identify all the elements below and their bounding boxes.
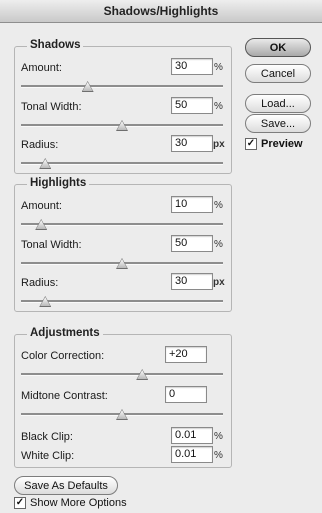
shadows-radius-field[interactable] [171,135,213,152]
highlights-group-title: Highlights [27,177,90,189]
checkmark-icon[interactable]: ✓ [14,497,26,509]
highlights-radius-unit: px [213,277,225,288]
preview-label: Preview [261,138,303,150]
load-button[interactable]: Load... [245,94,311,113]
highlights-radius-slider[interactable] [21,296,223,308]
shadows-tonal-width-label: Tonal Width: [21,101,82,113]
adjustments-group-title: Adjustments [27,327,103,339]
highlights-radius-field[interactable] [171,273,213,290]
shadows-group: Shadows Amount: % Tonal Width: % Radius:… [14,39,232,177]
shadows-amount-row: Amount: % [15,58,231,100]
highlights-tonal-width-row: Tonal Width: % [15,235,231,277]
highlights-amount-label: Amount: [21,200,62,212]
highlights-amount-field[interactable] [171,196,213,213]
shadows-tonal-width-field[interactable] [171,97,213,114]
shadows-radius-slider[interactable] [21,158,223,170]
shadows-group-title: Shadows [27,39,84,51]
highlights-radius-label: Radius: [21,277,59,289]
white-clip-unit: % [214,450,223,461]
show-more-options-label: Show More Options [30,497,127,509]
white-clip-field[interactable] [171,446,213,463]
midtone-contrast-label: Midtone Contrast: [21,390,108,402]
slider-track [21,300,223,303]
save-button[interactable]: Save... [245,114,311,133]
preview-checkbox[interactable]: ✓ Preview [245,138,303,150]
black-clip-unit: % [214,431,223,442]
shadows-tonal-width-row: Tonal Width: % [15,97,231,139]
adjustments-group: Adjustments Color Correction: Midtone Co… [14,327,232,468]
color-correction-slider[interactable] [21,369,223,381]
highlights-tonal-width-unit: % [214,239,223,250]
highlights-tonal-width-label: Tonal Width: [21,239,82,251]
black-clip-label: Black Clip: [21,431,73,443]
show-more-options-checkbox[interactable]: ✓ Show More Options [14,497,127,509]
white-clip-row: White Clip: % [15,446,231,466]
black-clip-field[interactable] [171,427,213,444]
slider-track [21,373,223,376]
cancel-button[interactable]: Cancel [245,64,311,83]
black-clip-row: Black Clip: % [15,427,231,447]
slider-track [21,162,223,165]
save-as-defaults-button[interactable]: Save As Defaults [14,476,118,495]
shadows-amount-label: Amount: [21,62,62,74]
midtone-contrast-slider[interactable] [21,409,223,421]
midtone-contrast-row: Midtone Contrast: [15,386,231,428]
shadows-amount-field[interactable] [171,58,213,75]
color-correction-label: Color Correction: [21,350,105,362]
slider-track [21,223,223,226]
checkmark-icon[interactable]: ✓ [245,138,257,150]
highlights-tonal-width-field[interactable] [171,235,213,252]
highlights-radius-row: Radius: px [15,273,231,315]
color-correction-row: Color Correction: [15,346,231,388]
shadows-tonal-width-slider[interactable] [21,120,223,132]
slider-track [21,85,223,88]
midtone-contrast-field[interactable] [165,386,207,403]
window-title: Shadows/Highlights [0,0,322,23]
highlights-tonal-width-slider[interactable] [21,258,223,270]
highlights-amount-unit: % [214,200,223,211]
highlights-amount-row: Amount: % [15,196,231,238]
color-correction-field[interactable] [165,346,207,363]
ok-button[interactable]: OK [245,38,311,57]
highlights-amount-slider[interactable] [21,219,223,231]
shadows-amount-unit: % [214,62,223,73]
shadows-amount-slider[interactable] [21,81,223,93]
shadows-radius-label: Radius: [21,139,59,151]
shadows-radius-row: Radius: px [15,135,231,177]
shadows-tonal-width-unit: % [214,101,223,112]
highlights-group: Highlights Amount: % Tonal Width: % Radi… [14,177,232,315]
white-clip-label: White Clip: [21,450,75,462]
shadows-radius-unit: px [213,139,225,150]
